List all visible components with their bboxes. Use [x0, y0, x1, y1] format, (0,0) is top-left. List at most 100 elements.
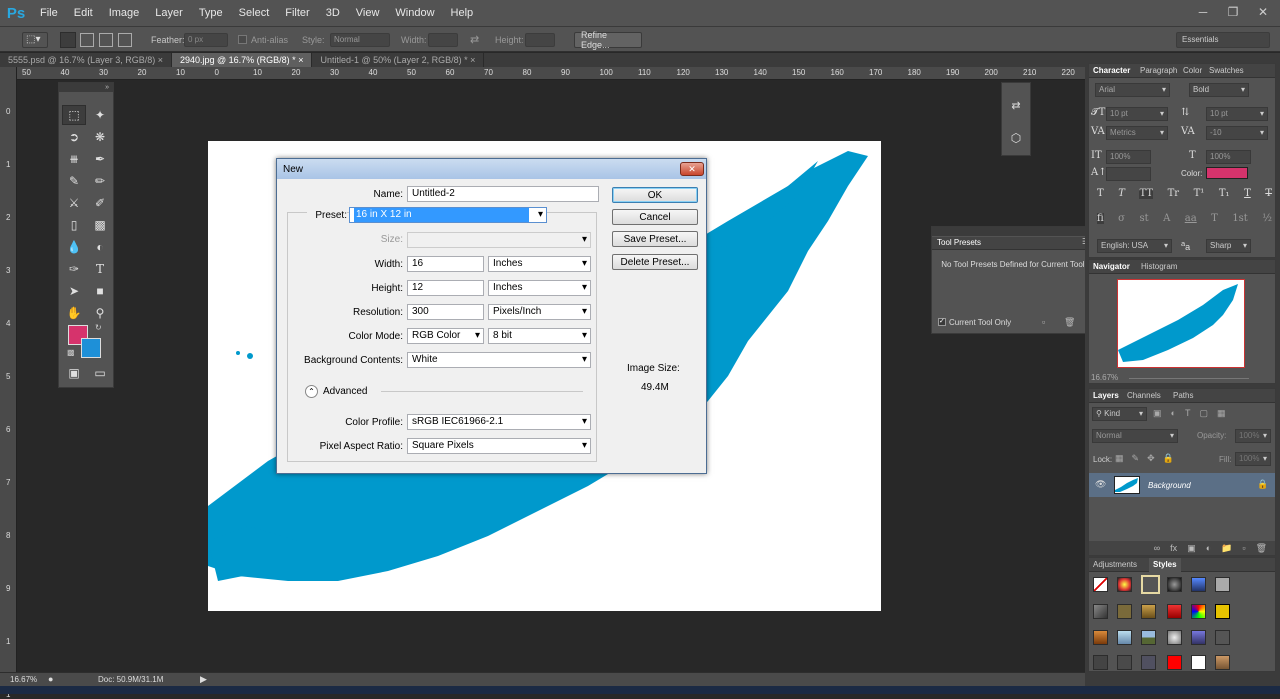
style-swatch-18[interactable] — [1215, 630, 1230, 645]
tab-color[interactable]: Color — [1183, 64, 1202, 78]
fill-input[interactable]: 100% — [1235, 452, 1271, 466]
style-swatch-20[interactable] — [1117, 655, 1132, 670]
color-mode-select[interactable]: RGB Color — [407, 328, 484, 344]
all-caps-icon[interactable]: TT — [1139, 188, 1153, 199]
tab-layers[interactable]: Layers — [1093, 389, 1119, 403]
style-swatch-19[interactable] — [1093, 655, 1108, 670]
menu-view[interactable]: View — [348, 0, 388, 26]
menu-image[interactable]: Image — [101, 0, 148, 26]
doc-tab-5555[interactable]: 5555.psd @ 16.7% (Layer 3, RGB/8) × — [0, 53, 172, 67]
navigator-zoom-slider[interactable] — [1129, 378, 1249, 379]
pixel-aspect-select[interactable]: Square Pixels — [407, 438, 591, 454]
font-style-select[interactable]: Bold — [1189, 83, 1249, 97]
titling-alternates-icon[interactable]: A — [1163, 213, 1170, 224]
eraser-tool-icon[interactable]: ▯ — [62, 215, 86, 235]
horizontal-scale-input[interactable]: 100% — [1206, 150, 1251, 164]
layer-row-background[interactable]: 👁 Background 🔒 — [1089, 473, 1275, 497]
menu-edit[interactable]: Edit — [66, 0, 101, 26]
ornaments-icon[interactable]: T — [1211, 213, 1218, 224]
style-swatch-13[interactable] — [1093, 630, 1108, 645]
menu-file[interactable]: File — [32, 0, 66, 26]
style-swatch-11[interactable] — [1191, 604, 1206, 619]
new-layer-icon[interactable]: ▫ — [1242, 543, 1245, 553]
background-color-swatch[interactable] — [81, 338, 101, 358]
layer-style-icon[interactable]: fx — [1170, 543, 1177, 553]
text-color-swatch[interactable] — [1206, 167, 1248, 179]
style-swatch-6[interactable] — [1215, 577, 1230, 592]
style-swatch-10[interactable] — [1167, 604, 1182, 619]
style-swatch-5[interactable] — [1191, 577, 1206, 592]
tab-character[interactable]: Character — [1093, 64, 1130, 78]
hand-tool-icon[interactable]: ✋ — [62, 303, 86, 323]
style-swatch-22[interactable] — [1167, 655, 1182, 670]
style-swatch-8[interactable] — [1117, 604, 1132, 619]
strikethrough-icon[interactable]: T — [1265, 188, 1272, 199]
save-preset-button[interactable]: Save Preset... — [612, 231, 698, 247]
add-mask-icon[interactable]: ▣ — [1187, 543, 1196, 554]
restore-icon[interactable]: ❐ — [1218, 2, 1248, 22]
ligatures-icon[interactable]: fi — [1097, 213, 1104, 224]
tracking-select[interactable]: -10 — [1206, 126, 1268, 140]
gradient-tool-icon[interactable]: ▩ — [88, 215, 112, 235]
style-swatch-none[interactable] — [1093, 577, 1108, 592]
style-swatch-14[interactable] — [1117, 630, 1132, 645]
status-proof-icon[interactable]: ● — [48, 674, 53, 684]
tab-paragraph[interactable]: Paragraph — [1140, 64, 1177, 78]
antialias-checkbox[interactable] — [238, 35, 247, 44]
faux-bold-icon[interactable]: T — [1097, 188, 1104, 199]
quick-mask-icon[interactable]: ▣ — [62, 363, 86, 383]
style-swatch-16[interactable] — [1167, 630, 1182, 645]
blend-mode-select[interactable]: Normal — [1092, 429, 1178, 443]
blur-tool-icon[interactable]: 💧 — [62, 237, 86, 257]
fractions-icon[interactable]: ½ — [1262, 213, 1272, 224]
rectangle-tool-icon[interactable]: ■ — [88, 281, 112, 301]
history-panel-icon[interactable]: ⇄ — [1007, 99, 1025, 117]
vertical-scale-input[interactable]: 100% — [1106, 150, 1151, 164]
bit-depth-select[interactable]: 8 bit — [488, 328, 591, 344]
3d-panel-icon[interactable]: ⬡ — [1007, 131, 1025, 149]
toolbox-collapse-icon[interactable]: » — [59, 83, 113, 92]
preset-select[interactable]: 16 in X 12 in — [349, 207, 547, 223]
width-unit-select[interactable]: Inches — [488, 256, 591, 272]
style-swatch-3[interactable] — [1141, 575, 1160, 594]
height-input[interactable]: 12 — [407, 280, 484, 296]
tab-adjustments[interactable]: Adjustments — [1093, 558, 1137, 572]
style-select[interactable]: Normal — [330, 33, 390, 47]
feather-input[interactable]: 0 px — [184, 33, 228, 47]
style-swatch-9[interactable] — [1141, 604, 1156, 619]
tab-histogram[interactable]: Histogram — [1141, 260, 1177, 274]
intersect-selection-icon[interactable] — [118, 33, 132, 47]
type-tool-icon[interactable]: T — [88, 259, 112, 279]
menu-select[interactable]: Select — [231, 0, 278, 26]
delete-preset-button[interactable]: Delete Preset... — [612, 254, 698, 270]
navigator-zoom-value[interactable]: 16.67% — [1091, 373, 1118, 382]
menu-3d[interactable]: 3D — [318, 0, 348, 26]
faux-italic-icon[interactable]: T — [1118, 188, 1125, 199]
zoom-tool-icon[interactable]: ⚲ — [88, 303, 112, 323]
eyedropper-tool-icon[interactable]: ✒ — [88, 149, 112, 169]
font-family-select[interactable]: Arial — [1095, 83, 1170, 97]
opacity-input[interactable]: 100% — [1235, 429, 1271, 443]
new-group-icon[interactable]: 📁 — [1221, 543, 1232, 554]
advanced-toggle-icon[interactable]: ⌃ — [305, 385, 318, 398]
lock-transparent-icon[interactable]: ▦ — [1115, 453, 1124, 464]
menu-help[interactable]: Help — [443, 0, 482, 26]
move-tool-icon[interactable]: ✦ — [88, 105, 112, 125]
new-preset-icon[interactable]: ▫ — [1042, 317, 1045, 327]
ok-button[interactable]: OK — [612, 187, 698, 203]
style-swatch-12[interactable] — [1215, 604, 1230, 619]
tab-navigator[interactable]: Navigator — [1093, 260, 1130, 274]
status-zoom[interactable]: 16.67% — [10, 675, 37, 684]
new-selection-icon[interactable] — [60, 32, 76, 48]
tab-channels[interactable]: Channels — [1127, 389, 1161, 403]
visibility-eye-icon[interactable]: 👁 — [1095, 479, 1106, 490]
width-input[interactable]: 16 — [407, 256, 484, 272]
style-swatch-4[interactable] — [1167, 577, 1182, 592]
style-swatch-21[interactable] — [1141, 655, 1156, 670]
tab-swatches[interactable]: Swatches — [1209, 64, 1244, 78]
style-swatch-17[interactable] — [1191, 630, 1206, 645]
ordinals-icon[interactable]: 1st — [1232, 213, 1248, 224]
swap-icon[interactable]: ⇄ — [470, 33, 479, 46]
lock-position-icon[interactable]: ✥ — [1147, 453, 1155, 464]
doc-tab-untitled-1[interactable]: Untitled-1 @ 50% (Layer 2, RGB/8) * × — [312, 53, 485, 67]
